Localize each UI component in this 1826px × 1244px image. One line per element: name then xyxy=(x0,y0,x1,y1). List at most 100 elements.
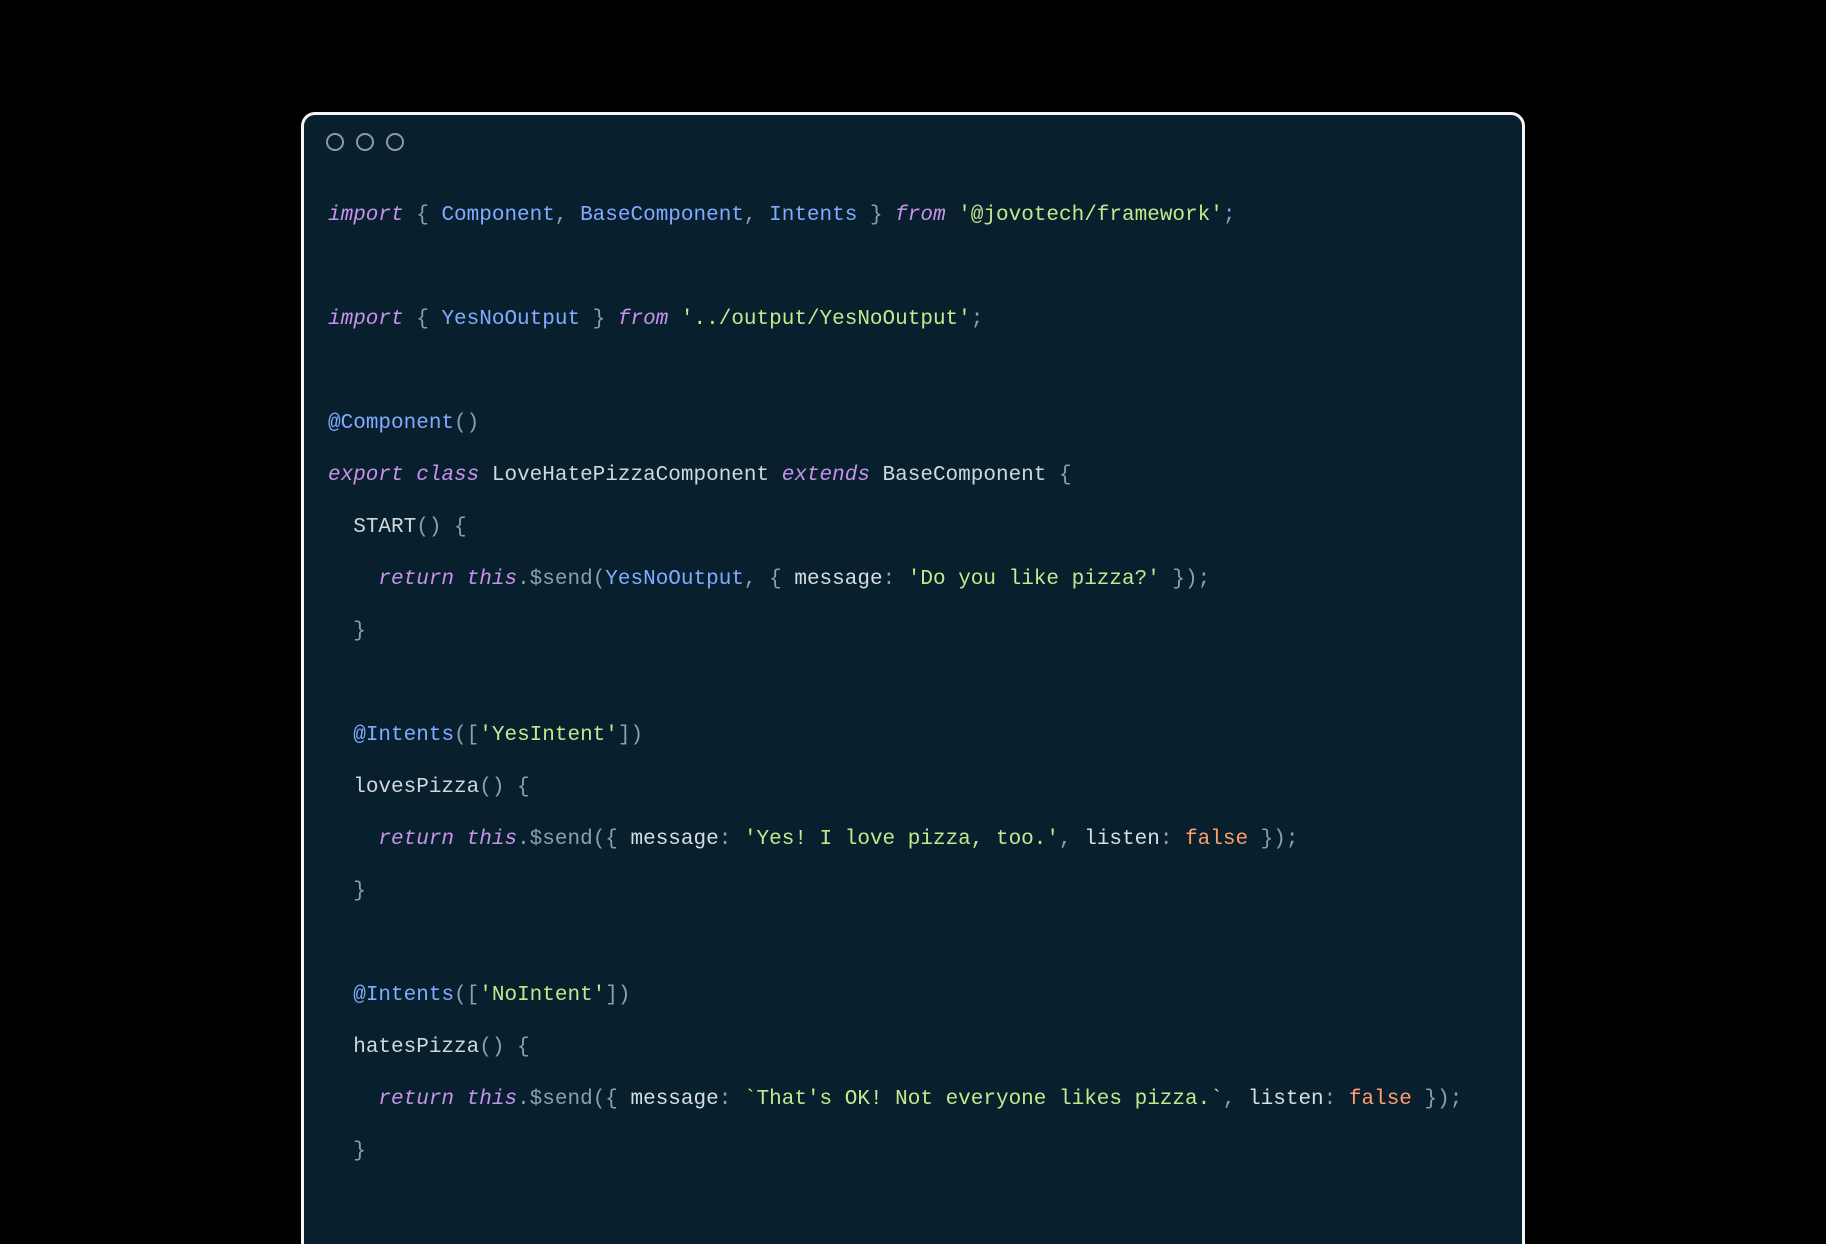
punct: } xyxy=(353,880,366,903)
kw-from: from xyxy=(895,204,945,227)
method-name: START xyxy=(353,516,416,539)
method-name: lovesPizza xyxy=(353,776,479,799)
property: message xyxy=(631,1088,719,1111)
space xyxy=(668,308,681,331)
space xyxy=(769,464,782,487)
string-literal: '../output/YesNoOutput' xyxy=(681,308,971,331)
blank-line xyxy=(328,931,1498,957)
kw-extends: extends xyxy=(782,464,870,487)
string-literal: 'NoIntent' xyxy=(479,984,605,1007)
punct: , xyxy=(555,204,580,227)
code-line-15: } xyxy=(328,1139,1498,1165)
code-line-5: START() { xyxy=(328,515,1498,541)
punct: { xyxy=(1059,464,1072,487)
kw-return: return xyxy=(378,828,454,851)
code-line-9: lovesPizza() { xyxy=(328,775,1498,801)
blank-line xyxy=(328,255,1498,281)
indent xyxy=(328,776,353,799)
indent xyxy=(328,984,353,1007)
space xyxy=(946,204,959,227)
kw-class: class xyxy=(416,464,479,487)
code-line-4: export class LoveHatePizzaComponent exte… xyxy=(328,463,1498,489)
code-line-12: @Intents(['NoIntent']) xyxy=(328,983,1498,1009)
punct: () { xyxy=(416,516,466,539)
boolean-literal: false xyxy=(1349,1088,1412,1111)
punct: : xyxy=(719,1088,744,1111)
decorator-at: @ xyxy=(328,412,341,435)
indent xyxy=(328,620,353,643)
blank-line xyxy=(328,1191,1498,1217)
indent xyxy=(328,516,353,539)
traffic-light-minimize-icon[interactable] xyxy=(356,133,374,151)
indent xyxy=(328,880,353,903)
window-titlebar xyxy=(304,115,1522,169)
punct: .$send({ xyxy=(517,828,630,851)
blank-line xyxy=(328,359,1498,385)
type-arg: YesNoOutput xyxy=(605,568,744,591)
traffic-light-close-icon[interactable] xyxy=(326,133,344,151)
kw-from: from xyxy=(618,308,668,331)
boolean-literal: false xyxy=(1185,828,1248,851)
space xyxy=(870,464,883,487)
import-ident: YesNoOutput xyxy=(441,308,580,331)
punct: , { xyxy=(744,568,794,591)
punct: ]) xyxy=(618,724,643,747)
punct: , xyxy=(744,204,769,227)
punct: }); xyxy=(1248,828,1298,851)
punct: ; xyxy=(1223,204,1236,227)
string-literal: `That's OK! Not everyone likes pizza.` xyxy=(744,1088,1223,1111)
indent xyxy=(328,724,353,747)
punct: } xyxy=(857,204,895,227)
punct: }); xyxy=(1160,568,1210,591)
space xyxy=(404,464,417,487)
code-window: import { Component, BaseComponent, Inten… xyxy=(301,112,1525,1244)
property: listen xyxy=(1248,1088,1324,1111)
string-literal: 'Yes! I love pizza, too.' xyxy=(744,828,1059,851)
code-line-7: } xyxy=(328,619,1498,645)
punct: , xyxy=(1223,1088,1248,1111)
kw-this: this xyxy=(467,828,517,851)
kw-this: this xyxy=(467,1088,517,1111)
punct: () { xyxy=(479,776,529,799)
property: listen xyxy=(1084,828,1160,851)
string-literal: 'Do you like pizza?' xyxy=(908,568,1160,591)
kw-return: return xyxy=(378,568,454,591)
kw-export: export xyxy=(328,464,404,487)
import-ident: BaseComponent xyxy=(580,204,744,227)
decorator-name: Intents xyxy=(366,984,454,1007)
punct: { xyxy=(404,204,442,227)
punct: : xyxy=(719,828,744,851)
class-name: LoveHatePizzaComponent xyxy=(492,464,769,487)
kw-import: import xyxy=(328,308,404,331)
punct: , xyxy=(1059,828,1084,851)
punct: ([ xyxy=(454,724,479,747)
property: message xyxy=(794,568,882,591)
decorator-name: Component xyxy=(341,412,454,435)
indent xyxy=(328,1140,353,1163)
punct: ([ xyxy=(454,984,479,1007)
traffic-light-zoom-icon[interactable] xyxy=(386,133,404,151)
space xyxy=(479,464,492,487)
space xyxy=(454,1088,467,1111)
code-line-10: return this.$send({ message: 'Yes! I lov… xyxy=(328,827,1498,853)
space xyxy=(454,828,467,851)
punct: () xyxy=(454,412,479,435)
punct: }); xyxy=(1412,1088,1462,1111)
indent xyxy=(328,568,378,591)
punct: ; xyxy=(971,308,984,331)
punct: () { xyxy=(479,1036,529,1059)
property: message xyxy=(631,828,719,851)
code-line-14: return this.$send({ message: `That's OK!… xyxy=(328,1087,1498,1113)
kw-this: this xyxy=(467,568,517,591)
method-name: hatesPizza xyxy=(353,1036,479,1059)
code-block: import { Component, BaseComponent, Inten… xyxy=(304,169,1522,1244)
string-literal: 'YesIntent' xyxy=(479,724,618,747)
code-line-11: } xyxy=(328,879,1498,905)
punct: : xyxy=(1160,828,1185,851)
canvas: import { Component, BaseComponent, Inten… xyxy=(0,0,1826,1244)
code-line-6: return this.$send(YesNoOutput, { message… xyxy=(328,567,1498,593)
kw-import: import xyxy=(328,204,404,227)
code-line-1: import { Component, BaseComponent, Inten… xyxy=(328,203,1498,229)
code-line-2: import { YesNoOutput } from '../output/Y… xyxy=(328,307,1498,333)
base-class: BaseComponent xyxy=(883,464,1047,487)
